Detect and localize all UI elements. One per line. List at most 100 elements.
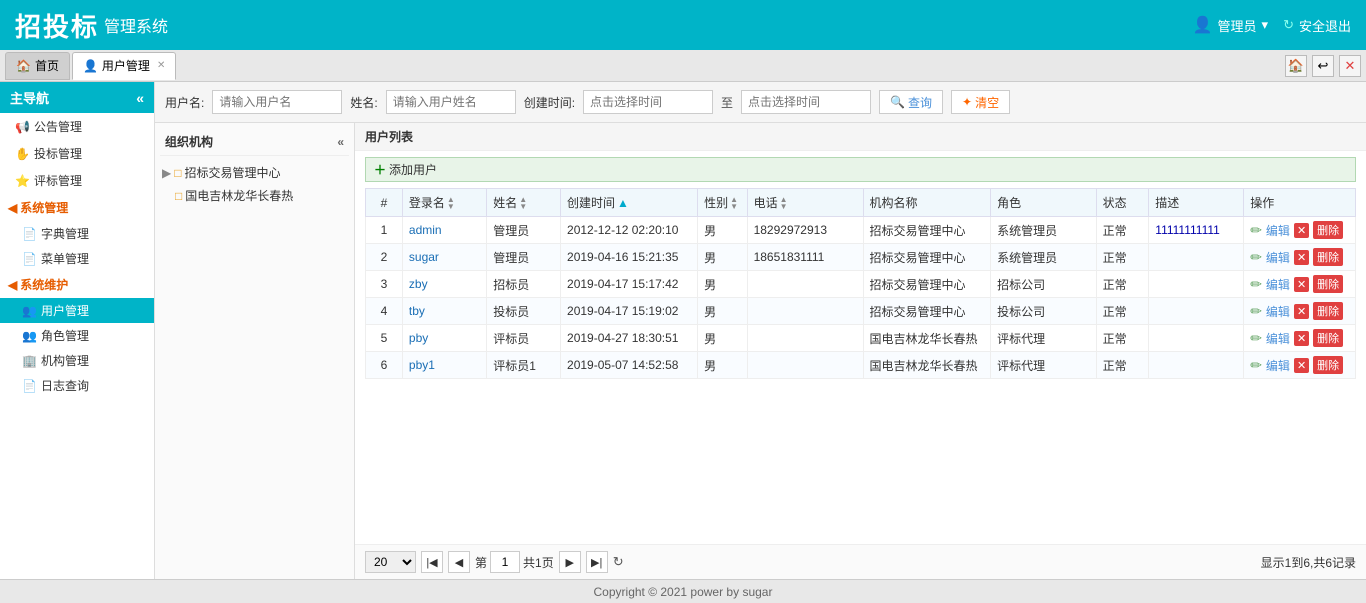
cell-name: 管理员 [487,244,561,271]
del-button-1[interactable]: 删除 [1313,248,1343,266]
org-node-root[interactable]: ▶ □ 招标交易管理中心 [160,161,349,184]
cell-num: 1 [366,217,403,244]
eval-icon: ⭐ [15,174,30,188]
cell-login: zby [402,271,486,298]
tabbar-back-button[interactable]: ↩ [1312,55,1334,77]
panel: 组织机构 « ▶ □ 招标交易管理中心 □ 国电吉林龙华长春热 用户列表 ＋ [155,123,1366,579]
edit-button-5[interactable]: 编辑 [1266,357,1290,374]
org-node-guodian[interactable]: □ 国电吉林龙华长春热 [160,184,349,207]
created-label: 创建时间: [524,94,575,111]
cell-op: ✏ 编辑 ✕ 删除 [1244,217,1356,244]
sidebar-label-rolemgr: 角色管理 [41,327,89,344]
sidebar-label-orgmgr: 机构管理 [41,352,89,369]
cell-phone [747,325,863,352]
edit-button-3[interactable]: 编辑 [1266,303,1290,320]
del-button-3[interactable]: 删除 [1313,302,1343,320]
realname-input[interactable] [386,90,516,114]
cell-status: 正常 [1096,352,1149,379]
del-button-4[interactable]: 删除 [1313,329,1343,347]
tab-close-icon[interactable]: ✕ [157,60,165,71]
refresh-button[interactable]: ↻ [613,554,624,570]
realname-label: 姓名: [350,94,377,111]
sidebar-item-bid[interactable]: ✋ 投标管理 [0,140,154,167]
refresh-icon: ↻ [1283,17,1294,33]
usermgr-icon: 👥 [22,304,37,318]
sidebar-group-sys[interactable]: ◀ 系统管理 [0,194,154,221]
sidebar-item-dict[interactable]: 📄 字典管理 [0,221,154,246]
cell-name: 管理员 [487,217,561,244]
del-icon-0[interactable]: ✕ [1294,223,1309,238]
username-input[interactable] [212,90,342,114]
sidebar-label-dict: 字典管理 [41,225,89,242]
edit-button-0[interactable]: 编辑 [1266,222,1290,239]
edit-icon-0[interactable]: ✏ [1250,222,1262,239]
table-wrap: # 登录名▲▼ 姓名▲▼ 创建时间▲ [355,188,1366,544]
cell-phone [747,352,863,379]
sidebar-collapse-button[interactable]: « [136,90,144,106]
tabbar-close-button[interactable]: ✕ [1339,55,1361,77]
first-page-button[interactable]: |◀ [421,551,443,573]
sidebar-item-orgmgr[interactable]: 🏢 机构管理 [0,348,154,373]
next-page-button[interactable]: ▶ [559,551,581,573]
page-input[interactable] [490,551,520,573]
cell-login: sugar [402,244,486,271]
query-button[interactable]: 🔍 查询 [879,90,943,114]
sidebar-item-eval[interactable]: ⭐ 评标管理 [0,167,154,194]
sort-phone-icon: ▲▼ [780,196,788,210]
sort-login-icon: ▲▼ [447,196,455,210]
edit-icon-5[interactable]: ✏ [1250,357,1262,374]
sidebar-item-menu[interactable]: 📄 菜单管理 [0,246,154,271]
del-icon-5[interactable]: ✕ [1294,358,1309,373]
sort-gender-icon: ▲▼ [730,196,738,210]
sidebar-item-log[interactable]: 📄 日志查询 [0,373,154,398]
th-phone[interactable]: 电话▲▼ [747,189,863,217]
edit-icon-4[interactable]: ✏ [1250,330,1262,347]
tab-home[interactable]: 🏠 首页 [5,52,70,80]
sidebar-item-notice[interactable]: 📢 公告管理 [0,113,154,140]
logo: 招投标 管理系统 [15,7,168,44]
clear-button[interactable]: ✦ 清空 [951,90,1010,114]
date-from-input[interactable] [583,90,713,114]
th-created[interactable]: 创建时间▲ [561,189,698,217]
sidebar-title: 主导航 [10,88,49,107]
edit-button-2[interactable]: 编辑 [1266,276,1290,293]
date-to-input[interactable] [741,90,871,114]
add-user-button[interactable]: ＋ 添加用户 [365,157,1356,182]
edit-icon-2[interactable]: ✏ [1250,276,1262,293]
del-button-2[interactable]: 删除 [1313,275,1343,293]
del-icon-1[interactable]: ✕ [1294,250,1309,265]
cell-login: admin [402,217,486,244]
del-icon-3[interactable]: ✕ [1294,304,1309,319]
del-button-5[interactable]: 删除 [1313,356,1343,374]
edit-button-4[interactable]: 编辑 [1266,330,1290,347]
th-login[interactable]: 登录名▲▼ [402,189,486,217]
edit-button-1[interactable]: 编辑 [1266,249,1290,266]
tabbar-home-button[interactable]: 🏠 [1285,55,1307,77]
sidebar-group-sysmaint[interactable]: ◀ 系统维护 [0,271,154,298]
edit-icon-3[interactable]: ✏ [1250,303,1262,320]
page-size-select[interactable]: 20 10 50 100 [365,551,416,573]
user-menu[interactable]: 👤 管理员 ▾ [1193,15,1268,35]
last-page-button[interactable]: ▶| [586,551,608,573]
tabs: 🏠 首页 👤 用户管理 ✕ [5,52,176,80]
cell-name: 评标员 [487,325,561,352]
del-button-0[interactable]: 删除 [1313,221,1343,239]
sidebar-item-rolemgr[interactable]: 👥 角色管理 [0,323,154,348]
edit-icon-1[interactable]: ✏ [1250,249,1262,266]
org-tree-collapse-button[interactable]: « [337,135,344,149]
table-body: 1 admin 管理员 2012-12-12 02:20:10 男 182929… [366,217,1356,379]
logout-button[interactable]: ↻ 安全退出 [1283,16,1351,35]
cell-role: 系统管理员 [991,217,1096,244]
sidebar-item-usermgr[interactable]: 👥 用户管理 [0,298,154,323]
th-gender[interactable]: 性别▲▼ [698,189,747,217]
sidebar-header: 主导航 « [0,82,154,113]
del-icon-4[interactable]: ✕ [1294,331,1309,346]
table-row: 4 tby 投标员 2019-04-17 15:19:02 男 招标交易管理中心… [366,298,1356,325]
user-tab-icon: 👤 [83,59,98,73]
th-name[interactable]: 姓名▲▼ [487,189,561,217]
del-icon-2[interactable]: ✕ [1294,277,1309,292]
table-row: 2 sugar 管理员 2019-04-16 15:21:35 男 186518… [366,244,1356,271]
tab-user-management[interactable]: 👤 用户管理 ✕ [72,52,176,80]
orgmgr-icon: 🏢 [22,354,37,368]
prev-page-button[interactable]: ◀ [448,551,470,573]
